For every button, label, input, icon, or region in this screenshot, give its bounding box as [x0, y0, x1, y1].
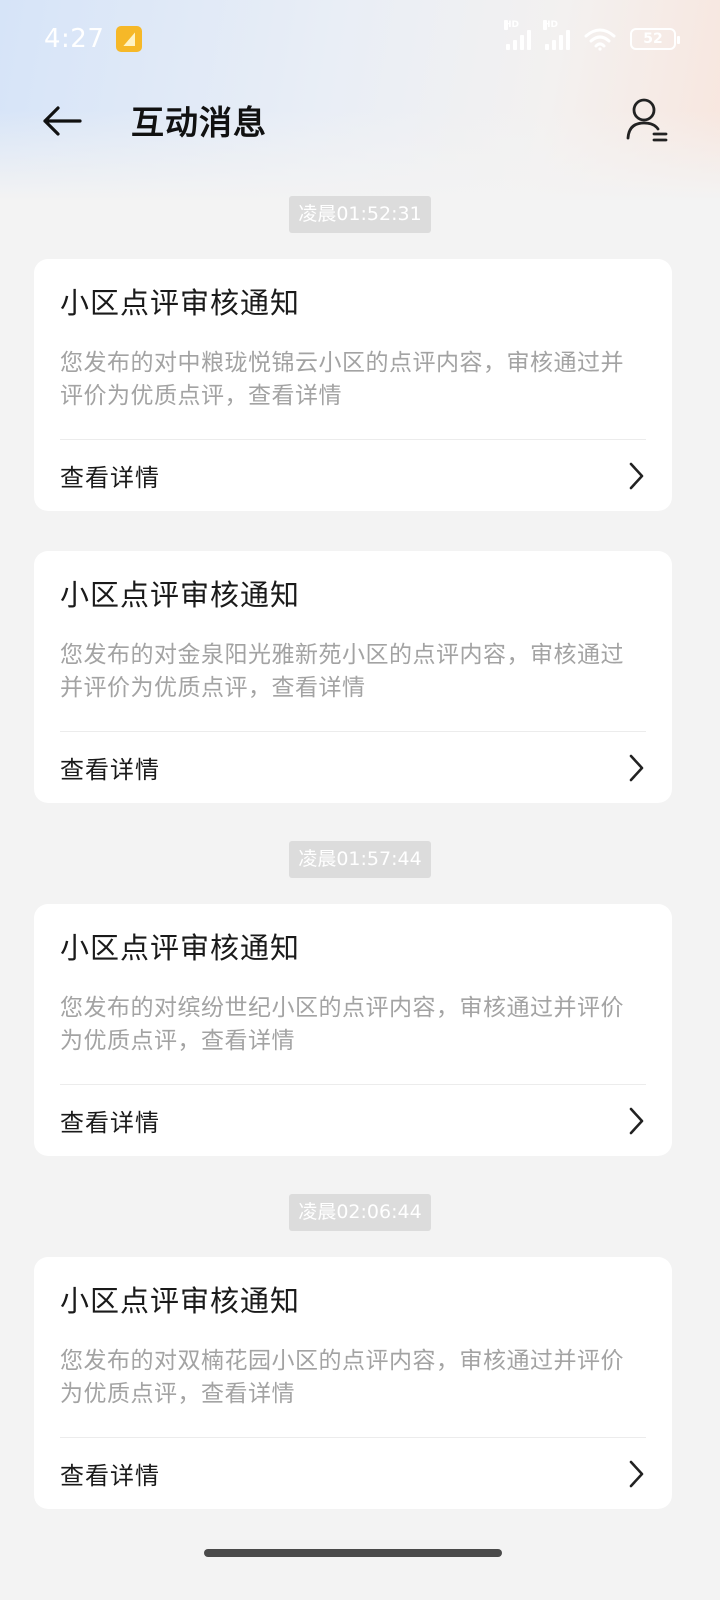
- navigation-bar: 互动消息: [0, 86, 720, 156]
- card-title: 小区点评审核通知: [60, 1284, 301, 1318]
- card-body: 您发布的对金泉阳光雅新苑小区的点评内容，审核通过并评价为优质点评，查看详情: [60, 642, 624, 701]
- notification-card: 小区点评审核通知 您发布的对中粮珑悦锦云小区的点评内容，审核通过并评价为优质点评…: [34, 259, 672, 511]
- timestamp-row: 凌晨01:52:31: [0, 196, 720, 233]
- message-feed: 凌晨01:52:31 小区点评审核通知 您发布的对中粮珑悦锦云小区的点评内容，审…: [0, 196, 720, 1509]
- notification-card: 小区点评审核通知 您发布的对金泉阳光雅新苑小区的点评内容，审核通过并评价为优质点…: [34, 551, 672, 803]
- view-details-label: 查看详情: [60, 1462, 160, 1490]
- gallery-notification-icon: [116, 26, 143, 52]
- timestamp-row: 凌晨01:57:44: [0, 841, 720, 878]
- view-details-button[interactable]: 查看详情: [60, 440, 646, 511]
- battery-level: 52: [643, 31, 663, 47]
- timestamp: 凌晨02:06:44: [289, 1194, 431, 1231]
- status-bar: 4:27 HD HD 52: [0, 0, 720, 78]
- card-title: 小区点评审核通知: [60, 286, 301, 320]
- view-details-label: 查看详情: [60, 464, 160, 492]
- chevron-right-icon: [629, 754, 644, 781]
- card-title: 小区点评审核通知: [60, 931, 301, 965]
- view-details-button[interactable]: 查看详情: [60, 1438, 646, 1509]
- card-body: 您发布的对中粮珑悦锦云小区的点评内容，审核通过并评价为优质点评，查看详情: [60, 350, 624, 409]
- timestamp: 凌晨01:57:44: [289, 841, 431, 878]
- user-settings-button[interactable]: [624, 96, 672, 146]
- status-time: 4:27: [44, 24, 105, 54]
- back-button[interactable]: [40, 100, 86, 142]
- battery-icon: 52: [630, 28, 680, 50]
- view-details-button[interactable]: 查看详情: [60, 732, 646, 803]
- network-type-label-2: HD: [543, 20, 559, 30]
- timestamp: 凌晨01:52:31: [289, 196, 431, 233]
- card-title: 小区点评审核通知: [60, 578, 301, 612]
- wifi-icon: [584, 28, 616, 51]
- view-details-label: 查看详情: [60, 756, 160, 784]
- chevron-right-icon: [629, 1107, 644, 1134]
- back-arrow-icon: [43, 106, 82, 136]
- cellular-signal-icon: HD: [504, 20, 531, 50]
- chevron-right-icon: [629, 462, 644, 489]
- card-body: 您发布的对缤纷世纪小区的点评内容，审核通过并评价为优质点评，查看详情: [60, 995, 624, 1054]
- status-indicators: HD HD 52: [504, 20, 680, 51]
- view-details-label: 查看详情: [60, 1109, 160, 1137]
- home-indicator[interactable]: [204, 1549, 502, 1557]
- network-type-label: HD: [504, 20, 520, 30]
- user-icon: [626, 98, 668, 142]
- notification-card: 小区点评审核通知 您发布的对双楠花园小区的点评内容，审核通过并评价为优质点评，查…: [34, 1257, 672, 1509]
- timestamp-row: 凌晨02:06:44: [0, 1194, 720, 1231]
- view-details-button[interactable]: 查看详情: [60, 1085, 646, 1156]
- card-body: 您发布的对双楠花园小区的点评内容，审核通过并评价为优质点评，查看详情: [60, 1348, 624, 1407]
- page-title: 互动消息: [131, 103, 267, 142]
- notification-card: 小区点评审核通知 您发布的对缤纷世纪小区的点评内容，审核通过并评价为优质点评，查…: [34, 904, 672, 1156]
- chevron-right-icon: [629, 1460, 644, 1487]
- cellular-signal-icon-2: HD: [543, 20, 570, 50]
